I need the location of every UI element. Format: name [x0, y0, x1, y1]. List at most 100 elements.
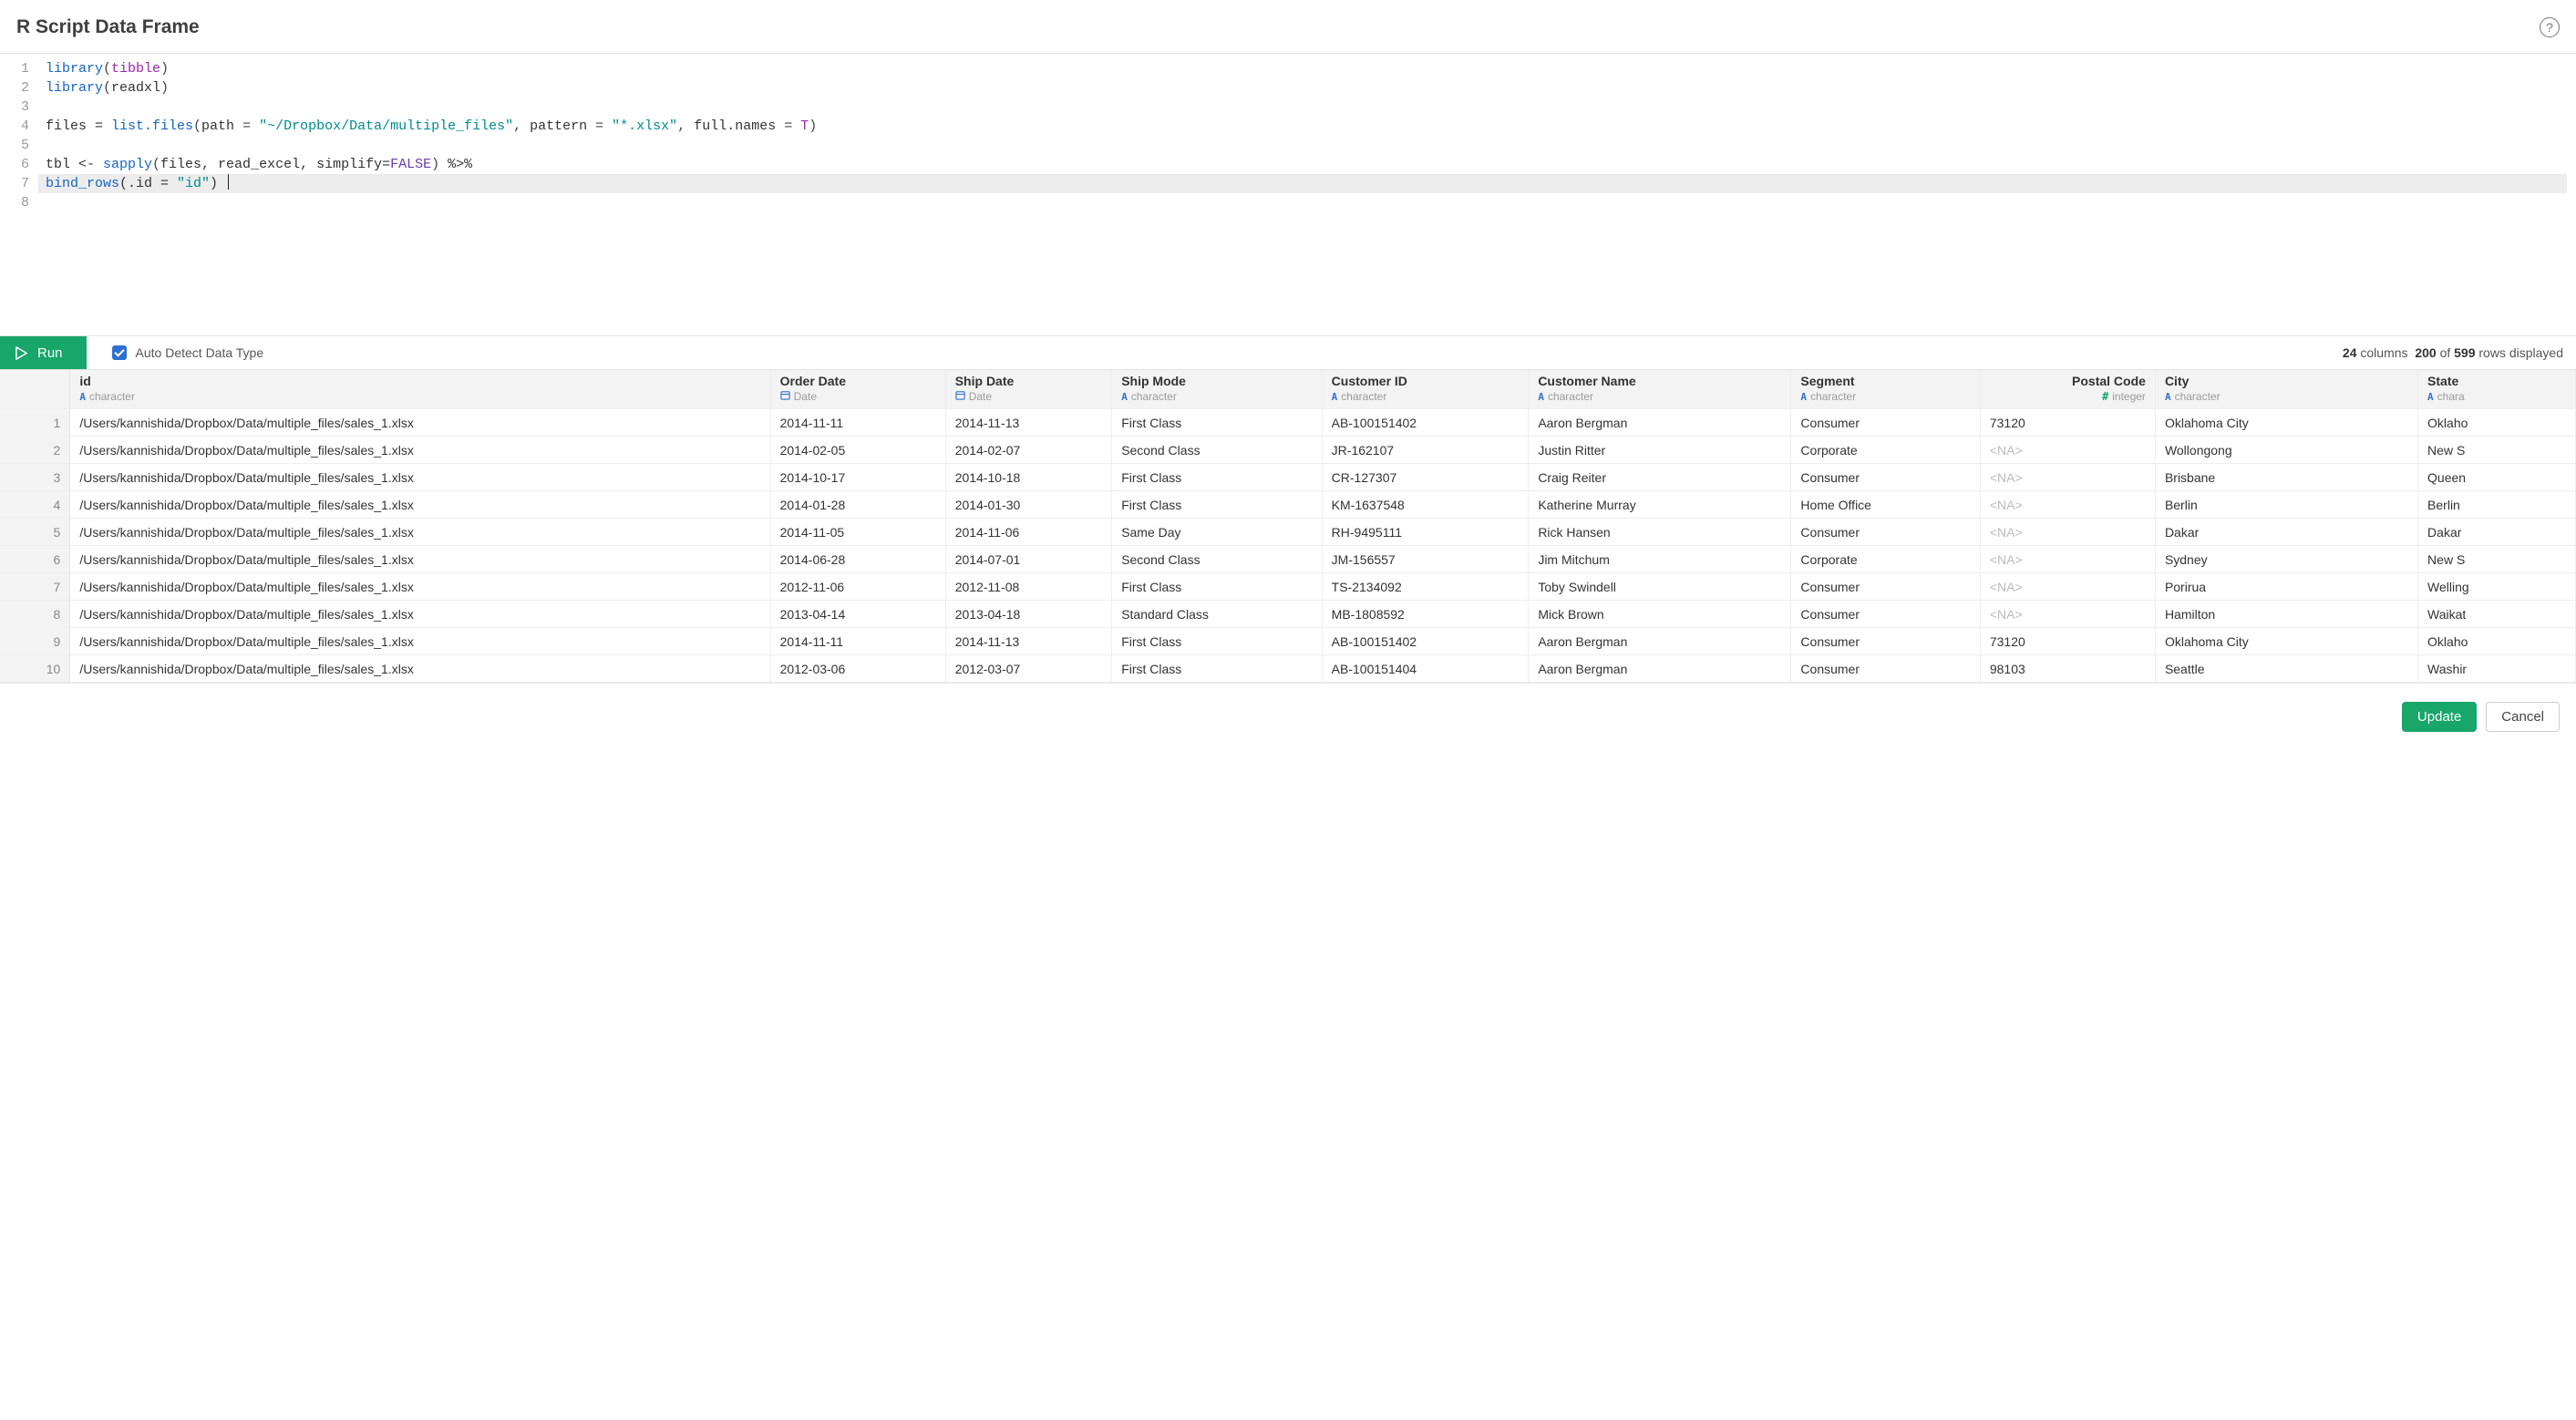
- table-cell[interactable]: 2014-07-01: [945, 545, 1111, 572]
- table-row[interactable]: 8/Users/kannishida/Dropbox/Data/multiple…: [0, 600, 2576, 627]
- code-line[interactable]: tbl <- sapply(files, read_excel, simplif…: [46, 155, 2567, 174]
- table-cell[interactable]: 73120: [1980, 627, 2155, 654]
- table-cell[interactable]: Justin Ritter: [1529, 436, 1791, 463]
- column-header[interactable]: StateAchara: [2418, 370, 2576, 408]
- column-header[interactable]: Order DateDate: [770, 370, 945, 408]
- table-cell[interactable]: Oklahoma City: [2155, 627, 2417, 654]
- table-cell[interactable]: /Users/kannishida/Dropbox/Data/multiple_…: [70, 600, 770, 627]
- table-cell[interactable]: Sydney: [2155, 545, 2417, 572]
- code-content[interactable]: library(tibble)library(readxl)files = li…: [38, 54, 2576, 335]
- table-cell[interactable]: 2014-11-11: [770, 627, 945, 654]
- table-cell[interactable]: 2014-02-07: [945, 436, 1111, 463]
- table-cell[interactable]: TS-2134092: [1322, 572, 1529, 600]
- table-cell[interactable]: Toby Swindell: [1529, 572, 1791, 600]
- table-cell[interactable]: 2012-11-06: [770, 572, 945, 600]
- table-cell[interactable]: RH-9495111: [1322, 518, 1529, 545]
- table-cell[interactable]: JR-162107: [1322, 436, 1529, 463]
- table-cell[interactable]: Consumer: [1791, 600, 1980, 627]
- table-cell[interactable]: AB-100151402: [1322, 627, 1529, 654]
- table-row[interactable]: 6/Users/kannishida/Dropbox/Data/multiple…: [0, 545, 2576, 572]
- table-cell[interactable]: Seattle: [2155, 654, 2417, 682]
- table-cell[interactable]: First Class: [1112, 408, 1322, 436]
- table-cell[interactable]: 2012-03-06: [770, 654, 945, 682]
- table-cell[interactable]: Washir: [2418, 654, 2576, 682]
- auto-detect-toggle[interactable]: Auto Detect Data Type: [87, 345, 264, 360]
- help-icon[interactable]: ?: [2540, 17, 2560, 37]
- table-cell[interactable]: Jim Mitchum: [1529, 545, 1791, 572]
- table-cell[interactable]: Consumer: [1791, 572, 1980, 600]
- table-cell[interactable]: 2013-04-18: [945, 600, 1111, 627]
- table-cell[interactable]: /Users/kannishida/Dropbox/Data/multiple_…: [70, 463, 770, 490]
- table-cell[interactable]: <NA>: [1980, 518, 2155, 545]
- table-cell[interactable]: Aaron Bergman: [1529, 408, 1791, 436]
- table-cell[interactable]: 2014-10-18: [945, 463, 1111, 490]
- code-editor[interactable]: 12345678 library(tibble)library(readxl)f…: [0, 53, 2576, 335]
- table-cell[interactable]: Second Class: [1112, 545, 1322, 572]
- code-line[interactable]: [46, 193, 2567, 212]
- table-cell[interactable]: Rick Hansen: [1529, 518, 1791, 545]
- table-cell[interactable]: Aaron Bergman: [1529, 654, 1791, 682]
- table-cell[interactable]: Consumer: [1791, 627, 1980, 654]
- table-row[interactable]: 9/Users/kannishida/Dropbox/Data/multiple…: [0, 627, 2576, 654]
- code-line[interactable]: files = list.files(path = "~/Dropbox/Dat…: [46, 117, 2567, 136]
- table-cell[interactable]: Consumer: [1791, 408, 1980, 436]
- table-cell[interactable]: 98103: [1980, 654, 2155, 682]
- table-cell[interactable]: KM-1637548: [1322, 490, 1529, 518]
- table-row[interactable]: 3/Users/kannishida/Dropbox/Data/multiple…: [0, 463, 2576, 490]
- code-line[interactable]: [46, 98, 2567, 117]
- table-cell[interactable]: <NA>: [1980, 490, 2155, 518]
- table-cell[interactable]: JM-156557: [1322, 545, 1529, 572]
- table-cell[interactable]: Corporate: [1791, 436, 1980, 463]
- table-cell[interactable]: Oklaho: [2418, 408, 2576, 436]
- table-cell[interactable]: 2014-11-05: [770, 518, 945, 545]
- code-line[interactable]: [46, 136, 2567, 155]
- column-header[interactable]: Postal Code#integer: [1980, 370, 2155, 408]
- table-cell[interactable]: 2014-11-13: [945, 408, 1111, 436]
- table-cell[interactable]: Standard Class: [1112, 600, 1322, 627]
- data-table-container[interactable]: idAcharacterOrder DateDateShip DateDateS…: [0, 370, 2576, 684]
- table-cell[interactable]: /Users/kannishida/Dropbox/Data/multiple_…: [70, 408, 770, 436]
- column-header[interactable]: CityAcharacter: [2155, 370, 2417, 408]
- table-cell[interactable]: <NA>: [1980, 463, 2155, 490]
- table-cell[interactable]: Dakar: [2155, 518, 2417, 545]
- table-cell[interactable]: 2014-01-28: [770, 490, 945, 518]
- table-row[interactable]: 1/Users/kannishida/Dropbox/Data/multiple…: [0, 408, 2576, 436]
- table-cell[interactable]: 2014-11-11: [770, 408, 945, 436]
- table-cell[interactable]: Home Office: [1791, 490, 1980, 518]
- table-cell[interactable]: Porirua: [2155, 572, 2417, 600]
- table-row[interactable]: 4/Users/kannishida/Dropbox/Data/multiple…: [0, 490, 2576, 518]
- table-cell[interactable]: New S: [2418, 545, 2576, 572]
- table-cell[interactable]: <NA>: [1980, 436, 2155, 463]
- table-cell[interactable]: /Users/kannishida/Dropbox/Data/multiple_…: [70, 654, 770, 682]
- table-cell[interactable]: <NA>: [1980, 545, 2155, 572]
- table-cell[interactable]: First Class: [1112, 654, 1322, 682]
- table-cell[interactable]: /Users/kannishida/Dropbox/Data/multiple_…: [70, 436, 770, 463]
- table-cell[interactable]: Consumer: [1791, 463, 1980, 490]
- table-cell[interactable]: Corporate: [1791, 545, 1980, 572]
- table-cell[interactable]: Same Day: [1112, 518, 1322, 545]
- table-cell[interactable]: 2014-01-30: [945, 490, 1111, 518]
- table-cell[interactable]: Craig Reiter: [1529, 463, 1791, 490]
- table-cell[interactable]: 2014-10-17: [770, 463, 945, 490]
- table-cell[interactable]: Brisbane: [2155, 463, 2417, 490]
- column-header[interactable]: idAcharacter: [70, 370, 770, 408]
- table-cell[interactable]: First Class: [1112, 572, 1322, 600]
- table-cell[interactable]: New S: [2418, 436, 2576, 463]
- update-button[interactable]: Update: [2402, 702, 2477, 732]
- table-cell[interactable]: Oklahoma City: [2155, 408, 2417, 436]
- table-cell[interactable]: 73120: [1980, 408, 2155, 436]
- column-header[interactable]: Customer NameAcharacter: [1529, 370, 1791, 408]
- table-cell[interactable]: Katherine Murray: [1529, 490, 1791, 518]
- table-cell[interactable]: 2014-06-28: [770, 545, 945, 572]
- table-cell[interactable]: First Class: [1112, 627, 1322, 654]
- table-cell[interactable]: 2013-04-14: [770, 600, 945, 627]
- table-cell[interactable]: Berlin: [2155, 490, 2417, 518]
- table-cell[interactable]: First Class: [1112, 463, 1322, 490]
- table-row[interactable]: 7/Users/kannishida/Dropbox/Data/multiple…: [0, 572, 2576, 600]
- table-cell[interactable]: First Class: [1112, 490, 1322, 518]
- code-line[interactable]: bind_rows(.id = "id"): [38, 174, 2567, 193]
- code-line[interactable]: library(tibble): [46, 59, 2567, 78]
- table-row[interactable]: 5/Users/kannishida/Dropbox/Data/multiple…: [0, 518, 2576, 545]
- table-cell[interactable]: /Users/kannishida/Dropbox/Data/multiple_…: [70, 627, 770, 654]
- table-cell[interactable]: AB-100151404: [1322, 654, 1529, 682]
